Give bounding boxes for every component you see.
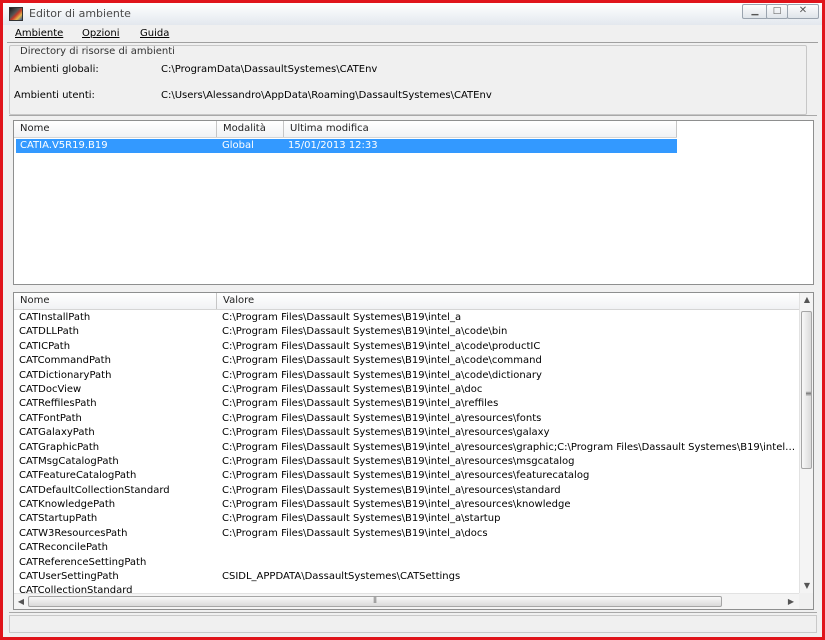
variable-value: C:\Program Files\Dassault Systemes\B19\i… [222,340,541,352]
vertical-scroll-thumb[interactable]: ≡ [801,311,812,469]
menu-guida[interactable]: Guida [140,28,169,39]
variable-value: C:\Program Files\Dassault Systemes\B19\i… [222,527,488,539]
variable-value: C:\Program Files\Dassault Systemes\B19\i… [222,355,542,367]
menu-bar: Ambiente Opzioni Guida [3,25,822,42]
scroll-up-icon[interactable]: ▲ [800,295,813,304]
variable-row[interactable]: CATStartupPath C:\Program Files\Dassault … [14,512,799,526]
variable-value: C:\Program Files\Dassault Systemes\B19\i… [222,470,590,482]
variable-name: CATReffilesPath [19,398,97,410]
variable-name: CATStartupPath [19,513,98,525]
environment-list[interactable]: Nome Modalità Ultima modifica CATIA.V5R1… [13,120,814,285]
variables-rows: CATInstallPath C:\Program Files\Dassault … [14,311,799,599]
variable-value: C:\Program Files\Dassault Systemes\B19\i… [222,484,561,496]
variables-list[interactable]: Nome Valore CATInstallPath C:\Program Fil… [13,292,814,610]
column-header-nome[interactable]: Nome [14,121,217,137]
variable-name: CATGalaxyPath [19,427,95,439]
variable-row[interactable]: CATDefaultCollectionStandard C:\Program F… [14,484,799,498]
horizontal-scrollbar[interactable]: ◀ ⦀ ▶ [14,593,799,609]
column-header-modalita[interactable]: Modalità [217,121,284,137]
window-title: Editor di ambiente [29,7,131,20]
variable-value: C:\Program Files\Dassault Systemes\B19\i… [222,326,508,338]
variable-name: CATInstallPath [19,312,91,323]
variable-row[interactable]: CATReconcilePath [14,541,799,555]
directory-group-title: Directory di risorse di ambienti [17,46,178,57]
variable-value: C:\Program Files\Dassault Systemes\B19\i… [222,312,462,323]
variable-row[interactable]: CATMsgCatalogPath C:\Program Files\Dassau… [14,455,799,469]
variable-value: C:\Program Files\Dassault Systemes\B19\i… [222,412,542,424]
variable-name: CATUserSettingPath [19,571,119,583]
environment-mode: Global [222,140,254,151]
variable-row[interactable]: CATW3ResourcesPath C:\Program Files\Dassa… [14,527,799,541]
scroll-left-icon[interactable]: ◀ [14,597,28,606]
variable-name: CATFontPath [19,412,82,424]
status-divider [9,612,817,613]
user-env-label: Ambienti utenti: [14,90,95,101]
variable-row[interactable]: CATKnowledgePath C:\Program Files\Dassaul… [14,498,799,512]
variable-row[interactable]: CATGalaxyPath C:\Program Files\Dassault S… [14,426,799,440]
menu-ambiente[interactable]: Ambiente [15,28,63,39]
environment-list-header: Nome Modalità Ultima modifica [14,121,677,138]
variable-row[interactable]: CATICPath C:\Program Files\Dassault Syste… [14,340,799,354]
column-header-nome[interactable]: Nome [14,293,217,309]
vertical-scrollbar[interactable]: ▲ ≡ ▼ [799,293,813,593]
variable-row[interactable]: CATCommandPath C:\Program Files\Dassault … [14,354,799,368]
variable-value: C:\Program Files\Dassault Systemes\B19\i… [222,513,501,525]
variables-list-header: Nome Valore [14,293,799,310]
horizontal-scroll-thumb[interactable]: ⦀ [28,596,722,607]
environment-modified: 15/01/2013 12:33 [288,140,378,151]
scroll-down-icon[interactable]: ▼ [800,581,813,590]
variable-row[interactable]: CATFontPath C:\Program Files\Dassault Sys… [14,412,799,426]
variable-name: CATICPath [19,340,71,352]
variable-name: CATReconcilePath [19,542,108,554]
variable-value: CSIDL_APPDATA\DassaultSystemes\CATSettin… [222,571,461,583]
scroll-corner [799,593,813,609]
variable-name: CATReferenceSettingPath [19,556,147,568]
variable-row[interactable]: CATDictionaryPath C:\Program Files\Dassau… [14,369,799,383]
variable-name: CATW3ResourcesPath [19,527,128,539]
global-env-label: Ambienti globali: [14,64,99,75]
global-env-path: C:\ProgramData\DassaultSystemes\CATEnv [161,64,378,75]
variable-row[interactable]: CATReffilesPath C:\Program Files\Dassault… [14,397,799,411]
variable-value: C:\Program Files\Dassault Systemes\B19\i… [222,398,499,410]
variable-row[interactable]: CATUserSettingPath CSIDL_APPDATA\Dassault… [14,570,799,584]
maximize-icon[interactable]: □ [766,4,788,19]
user-env-path: C:\Users\Alessandro\AppData\Roaming\Dass… [161,90,492,101]
status-bar [9,615,817,633]
variable-value: C:\Program Files\Dassault Systemes\B19\i… [222,441,797,453]
variable-name: CATKnowledgePath [19,499,116,511]
variable-name: CATDictionaryPath [19,369,112,381]
minimize-icon[interactable]: ▁ [742,4,768,19]
menu-divider [7,42,818,43]
close-icon[interactable]: ✕ [787,4,819,19]
variable-row[interactable]: CATFeatureCatalogPath C:\Program Files\Da… [14,469,799,483]
variable-value: C:\Program Files\Dassault Systemes\B19\i… [222,383,483,395]
variable-value: C:\Program Files\Dassault Systemes\B19\i… [222,455,575,467]
section-divider [9,115,817,116]
variable-name: CATDefaultCollectionStandard [19,484,170,496]
environment-name: CATIA.V5R19.B19 [20,140,108,151]
variable-value: C:\Program Files\Dassault Systemes\B19\i… [222,369,542,381]
scroll-grip-icon: ≡ [805,389,812,398]
variable-row[interactable]: CATDocView C:\Program Files\Dassault Syst… [14,383,799,397]
environment-row-selected[interactable]: CATIA.V5R19.B19 Global 15/01/2013 12:33 [16,139,677,153]
variable-row[interactable]: CATInstallPath C:\Program Files\Dassault … [14,311,799,325]
column-header-valore[interactable]: Valore [217,293,799,309]
variable-name: CATMsgCatalogPath [19,455,119,467]
variable-row[interactable]: CATDLLPath C:\Program Files\Dassault Syst… [14,325,799,339]
title-bar[interactable]: Editor di ambiente ▁ □ ✕ [3,3,822,26]
variable-value: C:\Program Files\Dassault Systemes\B19\i… [222,499,571,511]
variable-name: CATCommandPath [19,355,111,367]
variable-name: CATDocView [19,383,82,395]
scroll-right-icon[interactable]: ▶ [784,597,798,606]
column-header-ultima-modifica[interactable]: Ultima modifica [284,121,677,137]
variable-name: CATFeatureCatalogPath [19,470,137,482]
menu-opzioni[interactable]: Opzioni [82,28,119,39]
variable-value: C:\Program Files\Dassault Systemes\B19\i… [222,427,550,439]
catia-app-icon [9,7,23,21]
variable-row[interactable]: CATGraphicPath C:\Program Files\Dassault … [14,441,799,455]
variable-row[interactable]: CATReferenceSettingPath [14,556,799,570]
variable-name: CATDLLPath [19,326,79,338]
variable-name: CATGraphicPath [19,441,100,453]
editor-window: Editor di ambiente ▁ □ ✕ Ambiente Opzion… [0,0,825,640]
